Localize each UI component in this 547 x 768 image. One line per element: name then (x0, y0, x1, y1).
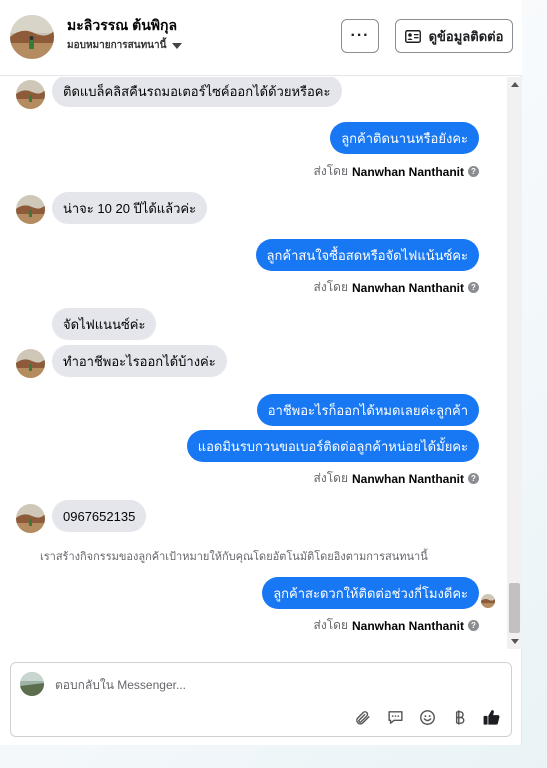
message-text: 0967652135 (52, 500, 147, 532)
message-text: ลูกค้าสะดวกให้ติดต่อช่วงกี่โมงดีคะ (262, 577, 479, 609)
sent-by-prefix: ส่งโดย (313, 618, 348, 632)
sender-avatar (16, 195, 45, 224)
sender-name: Nanwhan Nanthanit (351, 471, 464, 486)
sender-avatar (16, 349, 45, 378)
saved-replies-icon[interactable] (385, 707, 405, 727)
contact-avatar[interactable] (10, 15, 54, 59)
message-text: ทำอาชีพอะไรออกได้บ้างค่ะ (52, 345, 227, 377)
sent-by-prefix: ส่งโดย (313, 164, 348, 178)
sent-by-label: ส่งโดย Nanwhan Nanthanit ? (314, 278, 479, 297)
assign-dropdown[interactable]: มอบหมายการสนทนานี้ (67, 38, 183, 53)
reply-input[interactable] (55, 678, 495, 692)
message-list[interactable]: ติดแบล็คลิสคืนรถมอเตอร์ไซค์ออกได้ด้วยหรื… (0, 77, 507, 649)
scroll-up-arrow[interactable] (511, 82, 519, 87)
payment-icon[interactable] (449, 707, 469, 727)
attach-icon[interactable] (352, 707, 372, 727)
help-icon[interactable]: ? (468, 620, 479, 631)
message-text: จัดไฟแนนซ์ค่ะ (52, 308, 157, 340)
sent-by-label: ส่งโดย Nanwhan Nanthanit ? (314, 616, 479, 635)
sent-by-prefix: ส่งโดย (313, 471, 348, 485)
more-icon: ··· (350, 27, 370, 44)
scroll-thumb[interactable] (509, 583, 520, 633)
page-avatar (20, 672, 44, 696)
conversation-header: มะลิวรรณ ต้นพิกุล มอบหมายการสนทนานี้ ···… (0, 0, 522, 76)
conversation-panel: มะลิวรรณ ต้นพิกุล มอบหมายการสนทนานี้ ···… (0, 0, 522, 745)
seen-avatar (481, 594, 495, 608)
message-outgoing[interactable]: ลูกค้าสนใจซื้อสดหรือจัดไฟแน้นซ์คะ (255, 239, 479, 271)
scroll-down-arrow[interactable] (511, 639, 519, 644)
sent-by-label: ส่งโดย Nanwhan Nanthanit ? (314, 162, 479, 181)
message-incoming[interactable]: จัดไฟแนนซ์ค่ะ (52, 308, 157, 340)
message-text: อาชีพอะไรก็ออกได้หมดเลยค่ะลูกค้า (256, 394, 479, 426)
message-outgoing[interactable]: แอดมินรบกวนขอเบอร์ติดต่อลูกค้าหน่อยได้มั… (186, 430, 479, 462)
help-icon[interactable]: ? (468, 282, 479, 293)
help-icon[interactable]: ? (468, 473, 479, 484)
sender-avatar (16, 504, 45, 533)
message-text: ลูกค้าติดนานหรือยังคะ (330, 122, 479, 154)
message-incoming[interactable]: 0967652135 (52, 500, 147, 532)
message-text: แอดมินรบกวนขอเบอร์ติดต่อลูกค้าหน่อยได้มั… (186, 430, 479, 462)
system-note: เราสร้างกิจกรรมของลูกค้าเป้าหมายให้กับคุ… (40, 551, 428, 563)
emoji-icon[interactable] (417, 707, 437, 727)
view-contact-label: ดูข้อมูลติดต่อ (428, 28, 504, 44)
sender-name: Nanwhan Nanthanit (351, 280, 464, 295)
message-outgoing[interactable]: อาชีพอะไรก็ออกได้หมดเลยค่ะลูกค้า (256, 394, 479, 426)
contact-card-icon (404, 29, 421, 43)
view-contact-button[interactable]: ดูข้อมูลติดต่อ (395, 19, 513, 53)
sender-name: Nanwhan Nanthanit (351, 618, 464, 633)
message-text: ติดแบล็คลิสคืนรถมอเตอร์ไซค์ออกได้ด้วยหรื… (52, 77, 342, 107)
message-text: น่าจะ 10 20 ปีได้แล้วค่ะ (52, 192, 208, 224)
sender-avatar (16, 80, 45, 109)
message-incoming[interactable]: น่าจะ 10 20 ปีได้แล้วค่ะ (52, 192, 208, 224)
reply-composer (10, 662, 512, 737)
chevron-down-icon (172, 42, 183, 49)
avatar-image (10, 15, 54, 59)
message-outgoing[interactable]: ลูกค้าสะดวกให้ติดต่อช่วงกี่โมงดีคะ (262, 577, 479, 609)
message-incoming[interactable]: ติดแบล็คลิสคืนรถมอเตอร์ไซค์ออกได้ด้วยหรื… (52, 77, 342, 107)
message-scrollbar[interactable] (507, 77, 522, 649)
message-text: ลูกค้าสนใจซื้อสดหรือจัดไฟแน้นซ์คะ (255, 239, 479, 271)
message-incoming[interactable]: ทำอาชีพอะไรออกได้บ้างค่ะ (52, 345, 227, 377)
sent-by-prefix: ส่งโดย (313, 280, 348, 294)
like-icon[interactable] (481, 707, 501, 727)
sent-by-label: ส่งโดย Nanwhan Nanthanit ? (314, 469, 479, 488)
sender-name: Nanwhan Nanthanit (351, 164, 464, 179)
help-icon[interactable]: ? (468, 166, 479, 177)
contact-name[interactable]: มะลิวรรณ ต้นพิกุล (67, 15, 177, 37)
assign-label: มอบหมายการสนทนานี้ (67, 40, 167, 51)
message-outgoing[interactable]: ลูกค้าติดนานหรือยังคะ (330, 122, 479, 154)
more-button[interactable]: ··· (341, 19, 379, 53)
